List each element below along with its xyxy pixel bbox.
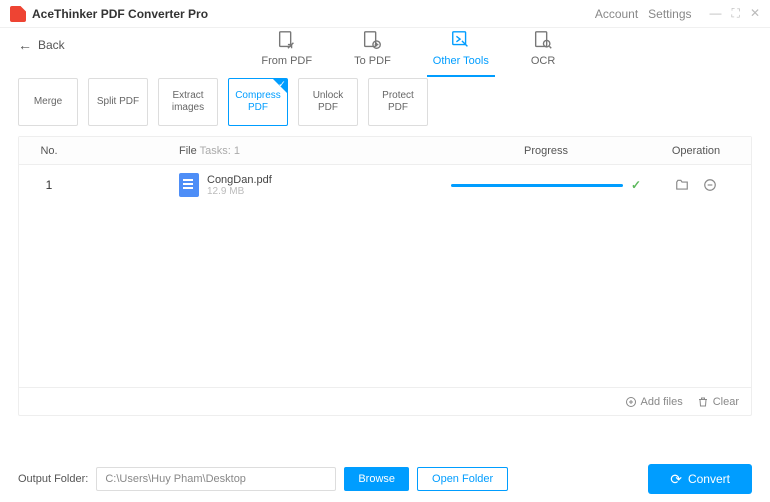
tab-ocr[interactable]: OCR	[525, 25, 561, 77]
table-row: 1 CongDan.pdf 12.9 MB ✓	[19, 165, 751, 205]
to-pdf-icon	[361, 29, 383, 51]
col-no: No.	[19, 145, 79, 157]
row-no: 1	[19, 178, 79, 192]
file-size: 12.9 MB	[207, 186, 272, 197]
col-file: File Tasks: 1	[79, 145, 451, 157]
success-check-icon: ✓	[631, 178, 641, 192]
tool-unlock-pdf[interactable]: Unlock PDF	[298, 78, 358, 126]
file-list: No. File Tasks: 1 Progress Operation 1 C…	[18, 136, 752, 416]
progress-bar	[451, 184, 623, 187]
settings-link[interactable]: Settings	[648, 7, 691, 21]
minimize-icon[interactable]: —	[710, 6, 722, 21]
ocr-icon	[532, 29, 554, 51]
tab-to-pdf[interactable]: To PDF	[348, 25, 397, 77]
bottom-bar: Output Folder: Browse Open Folder Conver…	[0, 456, 770, 502]
col-progress: Progress	[451, 145, 641, 157]
close-icon[interactable]: ✕	[750, 6, 760, 21]
clear-button[interactable]: Clear	[697, 396, 739, 408]
tool-compress-pdf[interactable]: Compress PDF	[228, 78, 288, 126]
app-logo-icon	[10, 6, 26, 22]
browse-button[interactable]: Browse	[344, 467, 409, 491]
tab-other-tools[interactable]: Other Tools	[427, 25, 495, 77]
tool-merge[interactable]: Merge	[18, 78, 78, 126]
remove-row-icon[interactable]	[703, 178, 717, 192]
file-name: CongDan.pdf	[207, 174, 272, 186]
tool-split-pdf[interactable]: Split PDF	[88, 78, 148, 126]
file-icon	[179, 173, 199, 197]
output-folder-label: Output Folder:	[18, 473, 88, 485]
output-folder-input[interactable]	[96, 467, 336, 491]
add-files-button[interactable]: Add files	[625, 396, 683, 408]
app-title: AceThinker PDF Converter Pro	[32, 7, 208, 21]
title-bar: AceThinker PDF Converter Pro Account Set…	[0, 0, 770, 28]
convert-button[interactable]: Convert	[648, 464, 752, 494]
maximize-icon[interactable]: ⛶	[732, 6, 740, 21]
open-folder-icon[interactable]	[675, 178, 689, 192]
table-header: No. File Tasks: 1 Progress Operation	[19, 137, 751, 165]
plus-circle-icon	[625, 396, 637, 408]
back-button[interactable]: Back	[18, 37, 65, 53]
tab-from-pdf[interactable]: From PDF	[255, 25, 318, 77]
trash-icon	[697, 396, 709, 408]
open-folder-button[interactable]: Open Folder	[417, 467, 508, 491]
col-operation: Operation	[641, 145, 751, 157]
tool-extract-images[interactable]: Extract images	[158, 78, 218, 126]
from-pdf-icon	[276, 29, 298, 51]
other-tools-icon	[450, 29, 472, 51]
tool-protect-pdf[interactable]: Protect PDF	[368, 78, 428, 126]
account-link[interactable]: Account	[595, 7, 638, 21]
